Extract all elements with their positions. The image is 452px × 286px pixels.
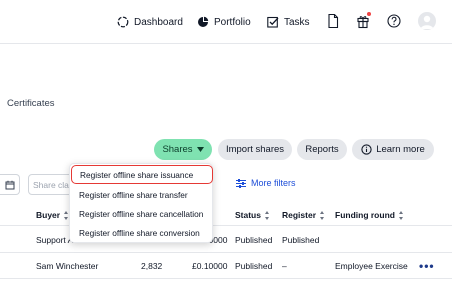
menu-item-label: Register offline share transfer <box>79 189 188 200</box>
nav-portfolio-label: Portfolio <box>214 16 251 28</box>
more-filters-label: More filters <box>251 178 296 188</box>
info-icon <box>361 144 372 155</box>
table-row[interactable]: Sam Winchester 2,832 £0.10000 Published … <box>0 253 452 279</box>
import-shares-button[interactable]: Import shares <box>218 139 292 160</box>
learn-more-label: Learn more <box>376 144 425 155</box>
nav-dashboard[interactable]: Dashboard <box>117 13 183 31</box>
menu-item-label: Register offline share cancellation <box>79 208 204 219</box>
cell-register: Published <box>282 235 320 245</box>
nav-tasks-label: Tasks <box>284 16 310 28</box>
column-buyer[interactable]: Buyer <box>36 210 69 220</box>
cell-funding-round: Employee Exercise <box>335 261 408 271</box>
menu-item-register-issuance[interactable]: Register offline share issuance <box>71 165 213 184</box>
import-shares-label: Import shares <box>225 144 285 155</box>
shares-dropdown-menu: Register offline share issuance Register… <box>69 163 213 243</box>
caret-down-icon <box>196 147 204 152</box>
column-funding-round-label: Funding round <box>335 210 395 220</box>
notification-dot <box>367 12 371 16</box>
sort-icon <box>320 210 325 220</box>
learn-more-button[interactable]: Learn more <box>352 139 434 160</box>
nav-tasks[interactable]: Tasks <box>267 13 310 31</box>
reports-button[interactable]: Reports <box>297 139 347 160</box>
cell-price: £0.10000 <box>192 261 228 271</box>
sort-icon <box>398 210 404 220</box>
sliders-icon <box>236 178 246 188</box>
nav-portfolio[interactable]: Portfolio <box>197 13 251 31</box>
cell-status: Published <box>235 261 273 271</box>
dashboard-icon <box>117 16 129 28</box>
cell-register: – <box>282 261 287 271</box>
gift-icon[interactable] <box>355 12 371 29</box>
menu-item-label: Register offline share issuance <box>80 169 194 180</box>
column-status-label: Status <box>235 210 261 220</box>
shares-button-label: Shares <box>162 144 193 155</box>
help-icon[interactable] <box>386 13 402 29</box>
more-filters-button[interactable]: More filters <box>236 178 296 188</box>
checkbox-icon <box>267 16 279 28</box>
column-buyer-label: Buyer <box>36 210 61 220</box>
cell-buyer: Support A <box>36 235 74 245</box>
table-header: Buyer Status Register Funding round <box>0 204 452 226</box>
shares-button[interactable]: Shares <box>154 139 212 160</box>
avatar[interactable] <box>418 12 436 30</box>
nav-dashboard-label: Dashboard <box>134 16 183 28</box>
column-funding-round[interactable]: Funding round <box>335 210 404 220</box>
column-register-label: Register <box>282 210 317 220</box>
calendar-icon <box>5 180 14 189</box>
top-nav: Dashboard Portfolio Tasks <box>0 0 452 44</box>
cell-buyer: Sam Winchester <box>36 261 99 271</box>
reports-label: Reports <box>305 144 339 155</box>
column-register[interactable]: Register <box>282 210 325 220</box>
table-row[interactable]: Support A £0.10000 Published Published <box>0 227 452 253</box>
menu-item-register-conversion[interactable]: Register offline share conversion <box>70 223 214 242</box>
menu-item-label: Register offline share conversion <box>79 227 200 238</box>
menu-item-register-cancellation[interactable]: Register offline share cancellation <box>70 204 214 223</box>
page-label: Certificates <box>7 98 55 109</box>
row-actions-icon[interactable]: ••• <box>419 259 435 273</box>
sort-icon <box>264 210 270 220</box>
cell-quantity: 2,832 <box>141 261 163 271</box>
document-icon[interactable] <box>326 13 342 29</box>
date-filter-button[interactable] <box>0 174 20 195</box>
pie-chart-icon <box>198 16 209 27</box>
menu-item-register-transfer[interactable]: Register offline share transfer <box>70 185 214 204</box>
cell-status: Published <box>235 235 273 245</box>
column-status[interactable]: Status <box>235 210 270 220</box>
